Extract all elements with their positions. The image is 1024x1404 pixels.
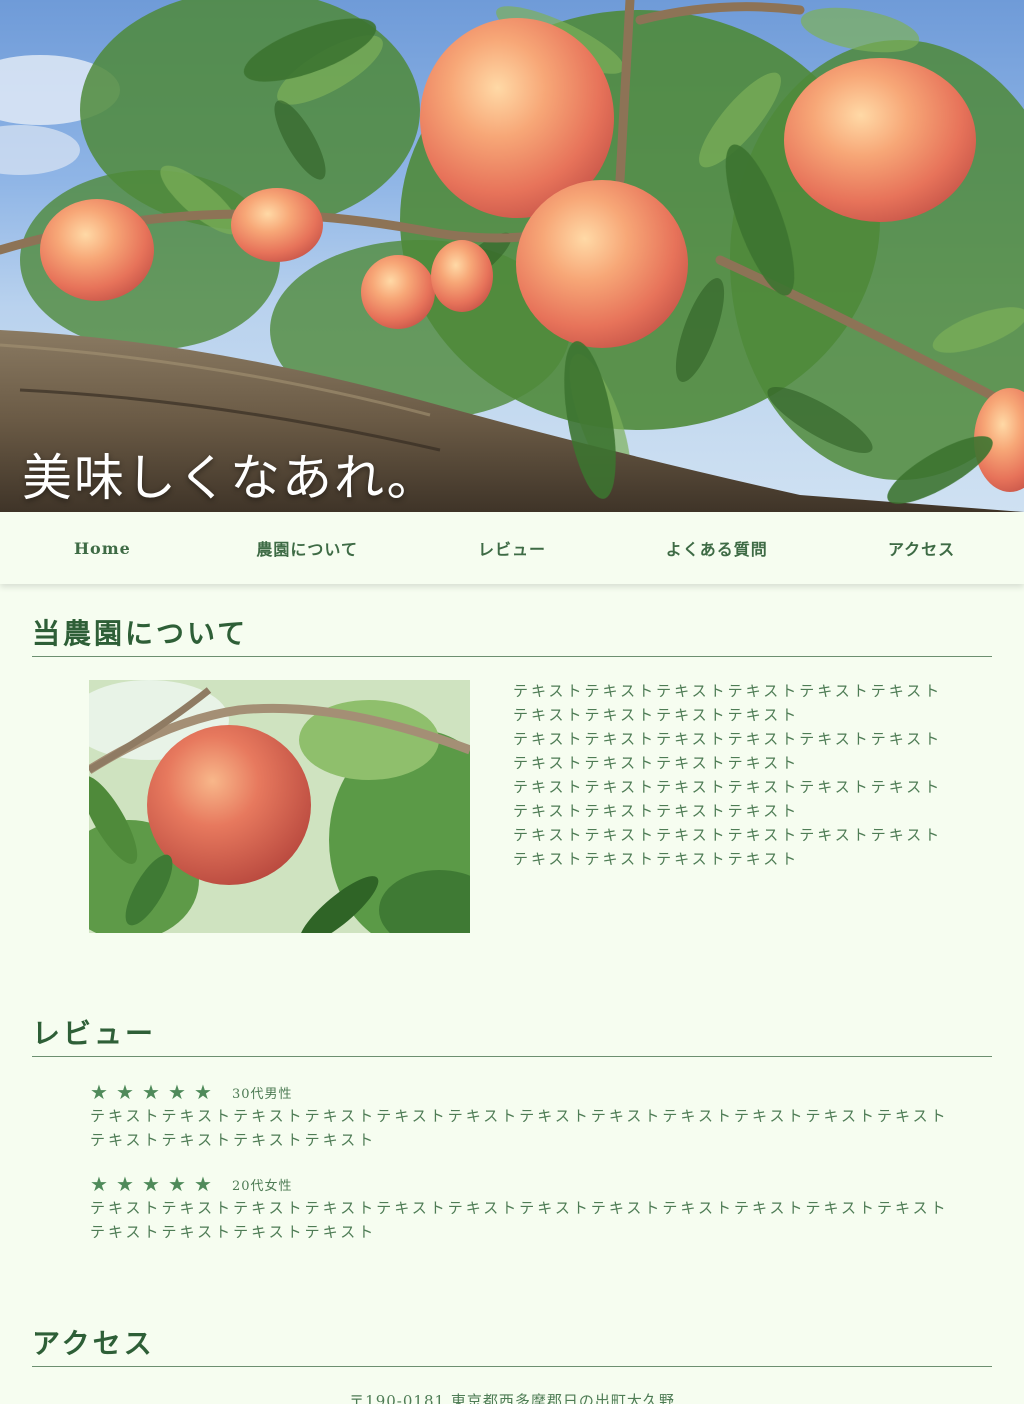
star-icon: ★ <box>194 1080 212 1104</box>
hero-tagline: 美味しくなあれ。 <box>22 449 439 507</box>
reviewer-label: 20代女性 <box>232 1178 293 1194</box>
reviewer-label: 30代男性 <box>232 1086 293 1102</box>
about-section-title: 当農園について <box>32 612 992 657</box>
global-nav: Home 農園について レビュー よくある質問 アクセス <box>0 512 1024 584</box>
about-text: テキストテキストテキストテキストテキストテキストテキストテキストテキストテキスト… <box>513 679 953 871</box>
rating-stars: ★ ★ ★ ★ ★ <box>90 1172 212 1196</box>
reviews-section-title: レビュー <box>32 1012 992 1057</box>
access-section-title: アクセス <box>32 1322 992 1367</box>
peach-image <box>89 680 470 933</box>
hero-banner: 美味しくなあれ。 <box>0 0 1024 512</box>
nav-item-about[interactable]: 農園について <box>207 536 407 560</box>
review-text: テキストテキストテキストテキストテキストテキストテキストテキストテキストテキスト… <box>90 1107 949 1149</box>
nav-item-reviews[interactable]: レビュー <box>412 536 612 560</box>
nav-item-home[interactable]: Home <box>2 539 202 558</box>
peach-tree-photo <box>0 0 1024 512</box>
star-icon: ★ <box>142 1080 160 1104</box>
star-icon: ★ <box>168 1080 186 1104</box>
about-paragraph: テキストテキストテキストテキストテキストテキストテキストテキストテキストテキスト <box>513 826 943 868</box>
star-icon: ★ <box>194 1172 212 1196</box>
review-item: ★ ★ ★ ★ ★ 30代男性 テキストテキストテキストテキストテキストテキスト… <box>90 1080 950 1152</box>
star-icon: ★ <box>90 1172 108 1196</box>
star-icon: ★ <box>116 1080 134 1104</box>
nav-item-faq[interactable]: よくある質問 <box>617 536 817 560</box>
star-icon: ★ <box>116 1172 134 1196</box>
nav-item-access[interactable]: アクセス <box>822 536 1022 560</box>
rating-stars: ★ ★ ★ ★ ★ <box>90 1080 212 1104</box>
star-icon: ★ <box>90 1080 108 1104</box>
about-paragraph: テキストテキストテキストテキストテキストテキストテキストテキストテキストテキスト <box>513 682 943 724</box>
review-item: ★ ★ ★ ★ ★ 20代女性 テキストテキストテキストテキストテキストテキスト… <box>90 1172 950 1244</box>
about-peach-photo <box>89 680 470 933</box>
star-icon: ★ <box>168 1172 186 1196</box>
star-icon: ★ <box>142 1172 160 1196</box>
access-address: 〒190-0181 東京都西多摩郡日の出町大久野 <box>349 1392 675 1404</box>
about-paragraph: テキストテキストテキストテキストテキストテキストテキストテキストテキストテキスト <box>513 778 943 820</box>
review-text: テキストテキストテキストテキストテキストテキストテキストテキストテキストテキスト… <box>90 1199 949 1241</box>
about-paragraph: テキストテキストテキストテキストテキストテキストテキストテキストテキストテキスト <box>513 730 943 772</box>
